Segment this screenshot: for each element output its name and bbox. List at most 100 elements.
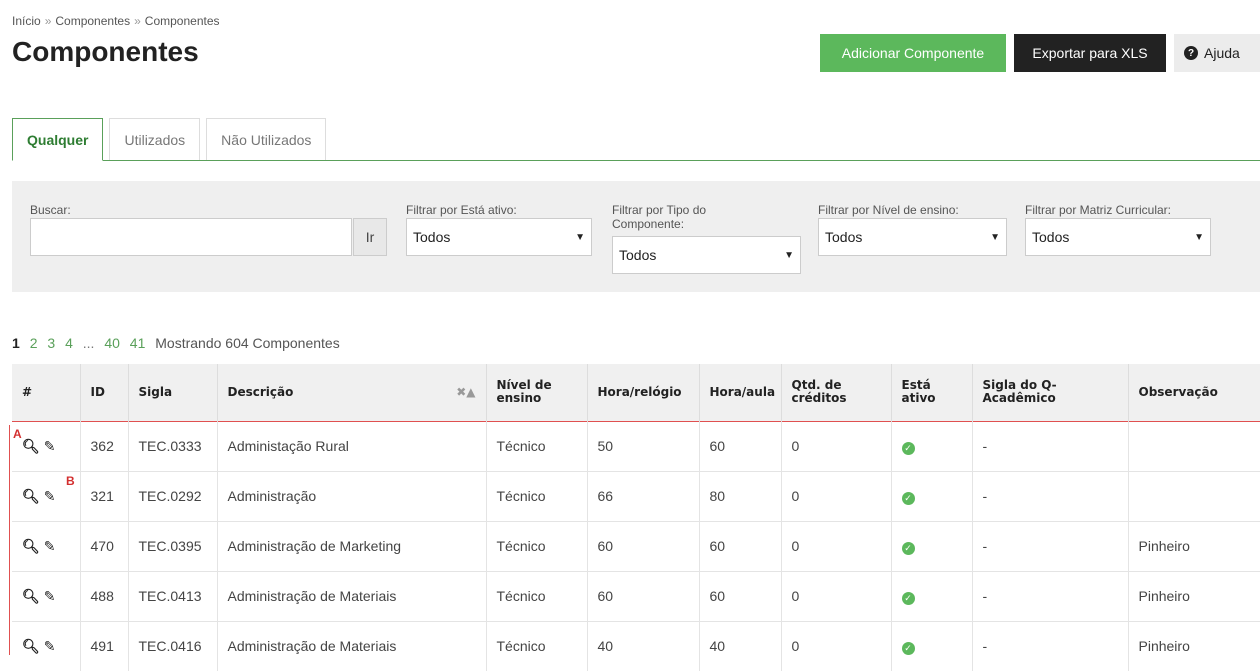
cell-id: 321	[80, 470, 129, 521]
tab-utilizados[interactable]: Utilizados	[109, 118, 201, 160]
tipo-filter-select[interactable]: Todos ▼	[612, 236, 801, 274]
col-id[interactable]: ID	[80, 364, 129, 421]
tab-qualquer[interactable]: Qualquer	[12, 118, 104, 161]
cell-ativo: ✓	[891, 620, 973, 671]
breadcrumb-componentes[interactable]: Componentes	[55, 14, 130, 28]
col-sigla[interactable]: Sigla	[128, 364, 218, 421]
row-actions: 🔍︎ ✎	[12, 570, 81, 621]
cell-hora-relogio: 66	[587, 470, 700, 521]
add-component-button[interactable]: Adicionar Componente	[820, 34, 1006, 72]
col-observacao[interactable]: Observação	[1128, 364, 1260, 421]
cell-descricao: Administração	[217, 470, 487, 521]
view-icon[interactable]: 🔍︎	[22, 488, 40, 504]
col-nivel[interactable]: Nível de ensino	[486, 364, 588, 421]
col-creditos[interactable]: Qtd. de créditos	[781, 364, 892, 421]
cell-sigla-q: -	[972, 570, 1129, 621]
edit-icon[interactable]: ✎	[44, 588, 56, 604]
table-row: 🔍︎ ✎ 488 TEC.0413 Administração de Materi…	[12, 570, 1260, 621]
edit-icon[interactable]: ✎	[44, 638, 56, 654]
cell-sigla: TEC.0333	[128, 420, 218, 471]
cell-ativo: ✓	[891, 420, 973, 471]
row-actions: 🔍︎ ✎	[12, 620, 81, 671]
cell-sigla-q: -	[972, 520, 1129, 571]
page-link-41[interactable]: 41	[130, 335, 146, 351]
cell-nivel: Técnico	[486, 420, 588, 471]
page-link-4[interactable]: 4	[65, 335, 73, 351]
cell-hora-aula: 60	[699, 420, 782, 471]
tab-nao-utilizados[interactable]: Não Utilizados	[206, 118, 327, 160]
check-circle-icon: ✓	[901, 541, 915, 555]
search-input[interactable]	[30, 218, 352, 256]
filter-panel: Buscar: Ir Filtrar por Está ativo: Todos…	[12, 181, 1260, 292]
search-go-button[interactable]: Ir	[353, 218, 387, 256]
cell-descricao: Administação Rural	[217, 420, 487, 471]
ativo-filter-value: Todos	[413, 229, 451, 245]
breadcrumb-current: Componentes	[144, 14, 220, 28]
dropdown-caret-icon: ▼	[990, 231, 1000, 243]
table-row: 🔍︎ ✎ 470 TEC.0395 Administração de Market…	[12, 520, 1260, 571]
col-hash: #	[12, 364, 81, 421]
view-icon[interactable]: 🔍︎	[22, 588, 40, 604]
breadcrumb: Início» Componentes» Componentes	[12, 14, 220, 28]
col-nivel-line2: ensino	[496, 391, 542, 406]
page-link-3[interactable]: 3	[47, 335, 55, 351]
cell-nivel: Técnico	[486, 570, 588, 621]
nivel-filter-value: Todos	[825, 229, 863, 245]
cell-creditos: 0	[781, 620, 892, 671]
cell-hora-aula: 60	[699, 520, 782, 571]
cell-hora-aula: 80	[699, 470, 782, 521]
components-table: # ID Sigla Descrição ✖▲ Nível de ensino …	[12, 364, 1260, 671]
cell-id: 488	[80, 570, 129, 621]
cell-hora-relogio: 50	[587, 420, 700, 471]
page-title: Componentes	[12, 36, 199, 67]
dropdown-caret-icon: ▼	[1194, 231, 1204, 243]
view-icon[interactable]: 🔍︎	[22, 538, 40, 554]
cell-creditos: 0	[781, 470, 892, 521]
page-link-2[interactable]: 2	[30, 335, 38, 351]
col-sigla-q[interactable]: Sigla do Q- Acadêmico	[972, 364, 1129, 421]
col-ativo-line2: ativo	[901, 391, 936, 406]
edit-icon[interactable]: ✎	[44, 438, 56, 454]
cell-sigla-q: -	[972, 620, 1129, 671]
col-hora-aula[interactable]: Hora/aula	[699, 364, 782, 421]
check-circle-icon: ✓	[901, 641, 915, 655]
view-icon[interactable]: 🔍︎	[22, 438, 40, 454]
matriz-filter-select[interactable]: Todos ▼	[1025, 218, 1211, 256]
cell-descricao: Administração de Marketing	[217, 520, 487, 571]
table-header-row: # ID Sigla Descrição ✖▲ Nível de ensino …	[12, 364, 1260, 421]
edit-icon[interactable]: ✎	[44, 538, 56, 554]
cell-descricao: Administração de Materiais	[217, 570, 487, 621]
page-link-40[interactable]: 40	[104, 335, 120, 351]
breadcrumb-separator: »	[134, 14, 141, 28]
cell-descricao: Administração de Materiais	[217, 620, 487, 671]
view-icon[interactable]: 🔍︎	[22, 638, 40, 654]
col-ativo[interactable]: Está ativo	[891, 364, 973, 421]
cell-sigla: TEC.0395	[128, 520, 218, 571]
edit-icon[interactable]: ✎	[44, 488, 56, 504]
cell-nivel: Técnico	[486, 620, 588, 671]
nivel-filter-select[interactable]: Todos ▼	[818, 218, 1007, 256]
col-hora-relogio[interactable]: Hora/relógio	[587, 364, 700, 421]
help-button[interactable]: ? Ajuda	[1174, 34, 1260, 72]
sort-clear-icon[interactable]: ✖▲	[456, 385, 475, 399]
tab-bar: Qualquer Utilizados Não Utilizados	[12, 118, 1260, 161]
col-descricao-label: Descrição	[227, 384, 294, 399]
col-creditos-line2: créditos	[791, 391, 847, 406]
col-descricao[interactable]: Descrição ✖▲	[217, 364, 487, 421]
search-label: Buscar:	[30, 203, 71, 217]
cell-hora-aula: 60	[699, 570, 782, 621]
table-row: 🔍︎ ✎ 491 TEC.0416 Administração de Materi…	[12, 620, 1260, 671]
export-xls-button[interactable]: Exportar para XLS	[1014, 34, 1166, 72]
cell-nivel: Técnico	[486, 520, 588, 571]
breadcrumb-inicio[interactable]: Início	[12, 14, 41, 28]
pagination: 1 2 3 4 ... 40 41 Mostrando 604 Componen…	[12, 335, 346, 351]
nivel-filter-label: Filtrar por Nível de ensino:	[818, 203, 959, 217]
cell-observacao: Pinheiro	[1128, 520, 1260, 571]
ativo-filter-select[interactable]: Todos ▼	[406, 218, 592, 256]
matriz-filter-label: Filtrar por Matriz Curricular:	[1025, 203, 1172, 217]
cell-ativo: ✓	[891, 570, 973, 621]
cell-hora-aula: 40	[699, 620, 782, 671]
cell-id: 491	[80, 620, 129, 671]
dropdown-caret-icon: ▼	[784, 249, 794, 261]
dropdown-caret-icon: ▼	[575, 231, 585, 243]
